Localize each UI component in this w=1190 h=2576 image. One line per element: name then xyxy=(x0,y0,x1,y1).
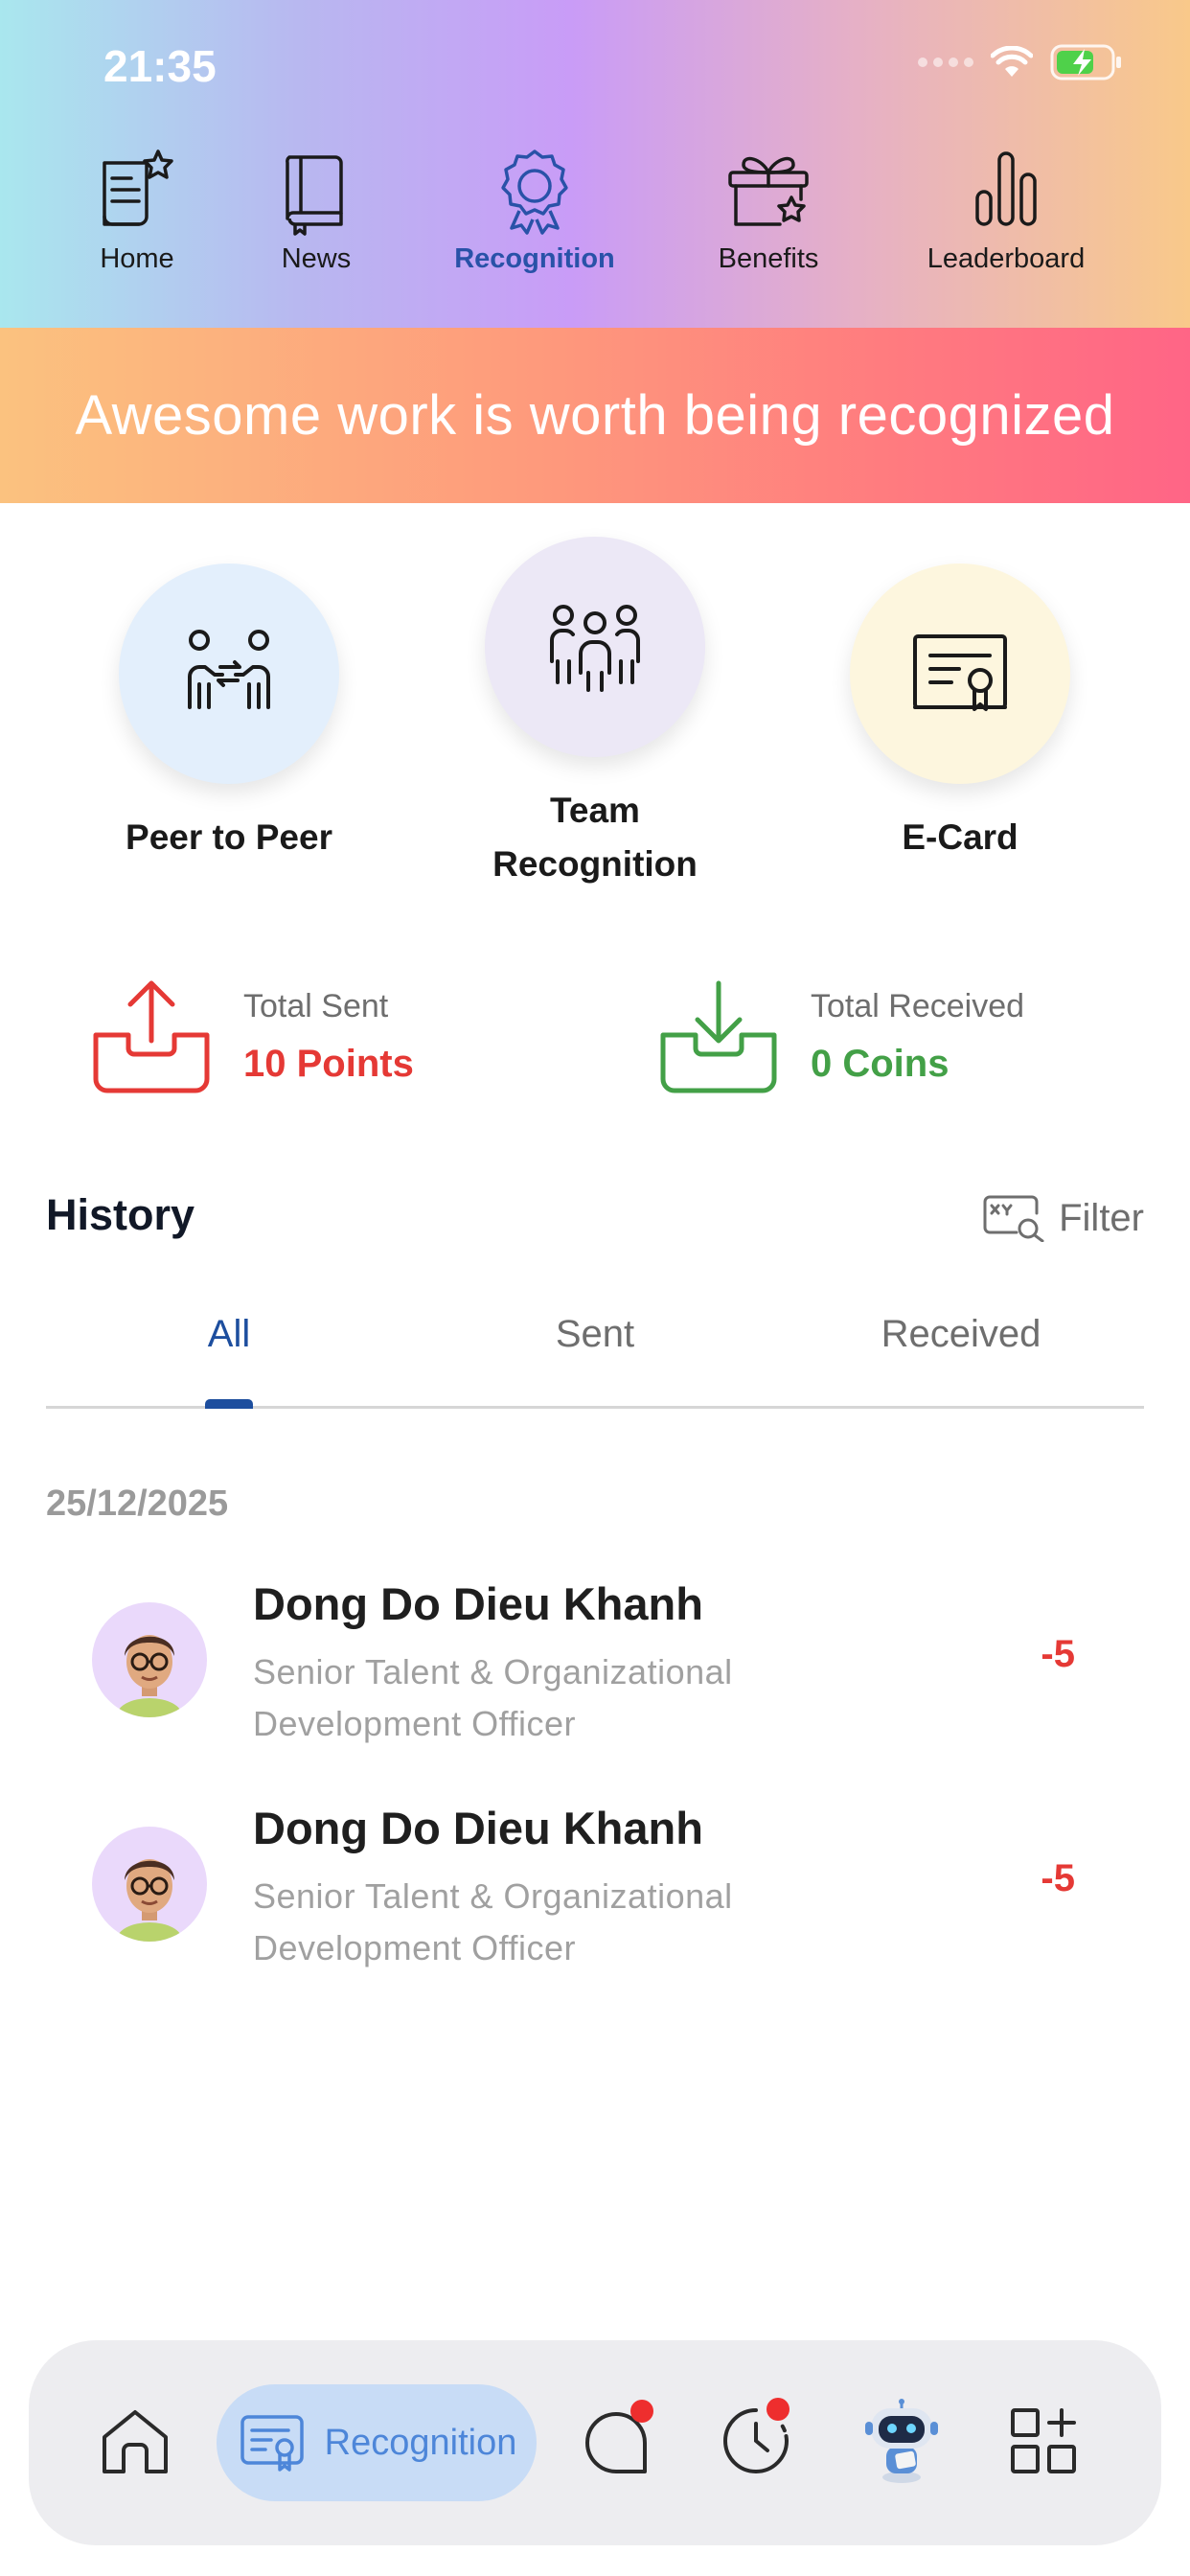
status-time: 21:35 xyxy=(103,41,217,91)
peer-to-peer-label: Peer to Peer xyxy=(126,817,332,857)
battery-charging-icon xyxy=(1050,44,1121,80)
history-title: History xyxy=(46,1190,195,1239)
status-icons xyxy=(918,44,1123,80)
e-card-circle xyxy=(850,564,1070,784)
history-row[interactable]: Dong Do Dieu Khanh Senior Talent & Organ… xyxy=(0,1577,1190,1788)
tab-all[interactable]: All xyxy=(46,1313,412,1356)
bottom-apps[interactable] xyxy=(991,2388,1096,2494)
home-document-star-icon xyxy=(103,150,173,226)
award-badge-icon xyxy=(501,150,568,235)
apps-grid-icon xyxy=(1011,2408,1076,2473)
total-received-text: Total Received 0 Coins xyxy=(811,978,1024,1086)
avatar xyxy=(92,1602,207,1717)
certificate-icon xyxy=(913,634,1007,711)
nav-news-label: News xyxy=(281,243,352,274)
gift-star-icon xyxy=(728,156,809,226)
filter-button[interactable]: Filter xyxy=(982,1194,1144,1242)
e-card-action[interactable]: E-Card xyxy=(802,564,1118,864)
total-received-caption: Total Received xyxy=(811,988,1025,1024)
avatar xyxy=(92,1827,207,1942)
nav-home[interactable]: Home xyxy=(91,144,183,275)
peer-to-peer-action[interactable]: Peer to Peer xyxy=(71,564,387,864)
nav-recognition[interactable]: Recognition xyxy=(448,144,621,275)
entry-name: Dong Do Dieu Khanh xyxy=(253,1803,703,1853)
tab-received[interactable]: Received xyxy=(778,1313,1144,1356)
history-notification-badge xyxy=(767,2398,790,2421)
nav-benefits[interactable]: Benefits xyxy=(719,144,818,275)
book-icon xyxy=(286,155,343,236)
entry-name: Dong Do Dieu Khanh xyxy=(253,1578,703,1629)
team-recognition-circle xyxy=(485,537,705,757)
team-recognition-label: Team Recognition xyxy=(492,791,698,884)
bottom-tab-bar: Recognition xyxy=(29,2340,1161,2545)
nav-home-label: Home xyxy=(100,243,174,274)
wifi-icon xyxy=(991,46,1033,77)
total-sent-text: Total Sent 10 Points xyxy=(243,978,414,1086)
bottom-assistant[interactable] xyxy=(849,2388,954,2494)
status-bar: 21:35 xyxy=(0,0,1190,125)
total-sent-stat: Total Sent 10 Points xyxy=(92,978,414,1112)
team-recognition-action[interactable]: Team Recognition xyxy=(437,537,753,891)
bottom-history[interactable] xyxy=(703,2388,809,2494)
robot-assistant-icon xyxy=(865,2399,938,2483)
bottom-home[interactable] xyxy=(82,2388,188,2494)
entry-role: Senior Talent & Organizational Developme… xyxy=(253,1876,733,1967)
tab-sent[interactable]: Sent xyxy=(412,1313,778,1356)
peer-to-peer-circle xyxy=(119,564,339,784)
header: 21:35 Home News Recognition Benefits Lea… xyxy=(0,0,1190,328)
recognition-banner: Awesome work is worth being recognized xyxy=(0,328,1190,503)
nav-leaderboard-label: Leaderboard xyxy=(927,243,1086,274)
signal-icon xyxy=(918,58,973,67)
filter-search-icon xyxy=(983,1195,1044,1242)
avatar-illustration-icon xyxy=(117,1635,182,1717)
download-tray-icon xyxy=(660,980,777,1093)
nav-news[interactable]: News xyxy=(270,144,362,275)
nav-benefits-label: Benefits xyxy=(718,243,819,274)
chat-notification-badge xyxy=(630,2400,653,2423)
bottom-chat[interactable] xyxy=(565,2388,671,2494)
bottom-recognition-label: Recognition xyxy=(324,2422,517,2463)
bottom-recognition-active[interactable]: Recognition xyxy=(217,2384,537,2501)
entry-amount: -5 xyxy=(1041,1633,1075,1675)
banner-text: Awesome work is worth being recognized xyxy=(75,384,1115,447)
history-date: 25/12/2025 xyxy=(46,1484,229,1524)
active-tab-indicator xyxy=(205,1399,253,1409)
bar-chart-icon xyxy=(975,151,1037,226)
team-icon xyxy=(550,605,640,692)
total-sent-value: 10 Points xyxy=(243,1043,414,1085)
nav-recognition-label: Recognition xyxy=(454,243,615,274)
home-icon xyxy=(103,2410,168,2473)
total-sent-caption: Total Sent xyxy=(243,988,389,1024)
recognition-icon xyxy=(240,2415,304,2472)
nav-leaderboard[interactable]: Leaderboard xyxy=(920,144,1092,275)
top-nav: Home News Recognition Benefits Leaderboa… xyxy=(0,144,1190,288)
history-row[interactable]: Dong Do Dieu Khanh Senior Talent & Organ… xyxy=(0,1802,1190,2012)
peer-exchange-icon xyxy=(188,630,270,709)
avatar-illustration-icon xyxy=(117,1859,182,1942)
filter-label: Filter xyxy=(1059,1196,1144,1239)
upload-tray-icon xyxy=(93,980,210,1093)
total-received-stat: Total Received 0 Coins xyxy=(659,978,1024,1112)
total-received-value: 0 Coins xyxy=(811,1043,950,1085)
history-tabs: All Sent Received xyxy=(46,1303,1144,1409)
entry-role: Senior Talent & Organizational Developme… xyxy=(253,1652,733,1743)
e-card-label: E-Card xyxy=(902,817,1018,857)
entry-amount: -5 xyxy=(1041,1857,1075,1899)
